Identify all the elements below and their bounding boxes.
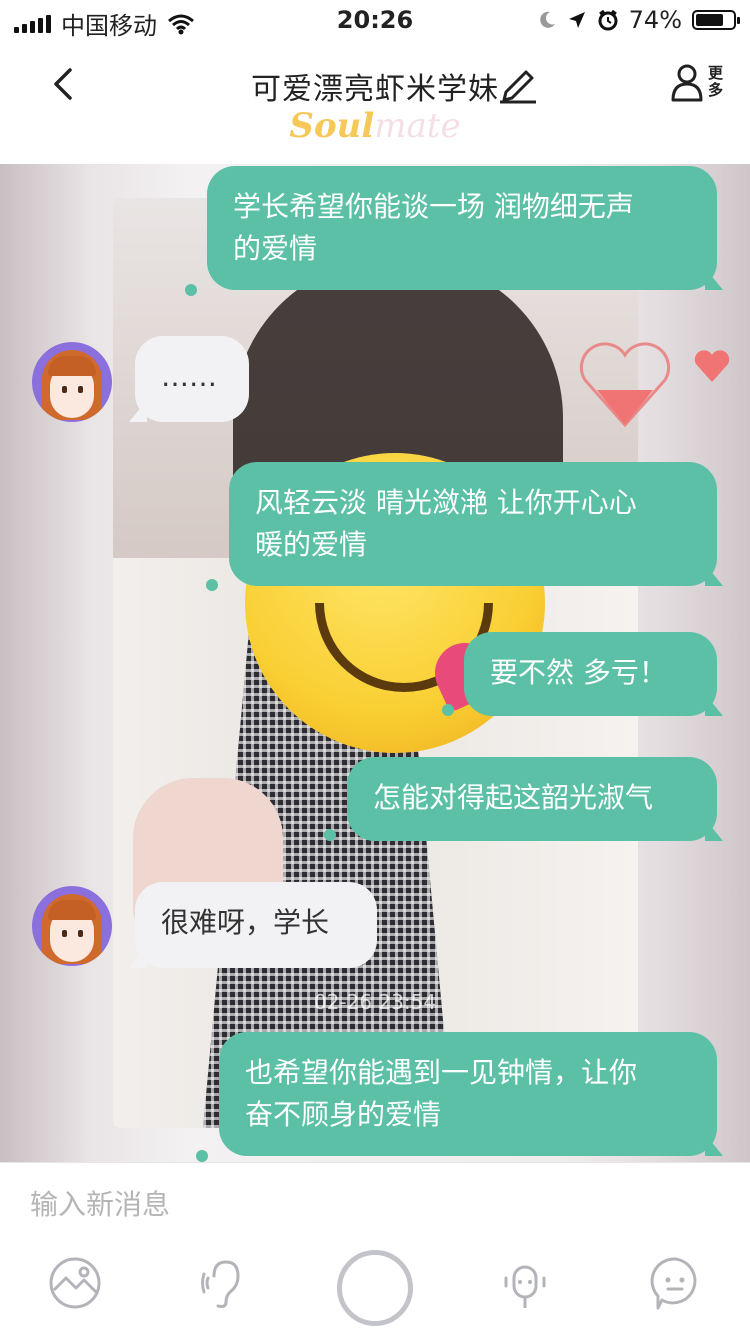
message-timestamp: 02-26 23:54 xyxy=(313,990,437,1014)
more-label-1: 更 xyxy=(708,64,724,82)
avatar[interactable] xyxy=(32,342,112,422)
heart-icon[interactable] xyxy=(692,350,732,384)
avatar[interactable] xyxy=(32,886,112,966)
emoji-icon[interactable] xyxy=(648,1256,702,1310)
message-bubble-outgoing[interactable]: 也希望你能遇到一见钟情，让你 奋不顾身的爱情 xyxy=(219,1032,717,1156)
read-indicator-dot xyxy=(442,704,454,716)
listen-icon[interactable] xyxy=(198,1256,252,1310)
read-indicator-dot xyxy=(185,284,197,296)
message-bubble-outgoing[interactable]: 学长希望你能谈一场 润物细无声 的爱情 xyxy=(207,166,717,290)
message-bubble-outgoing[interactable]: 怎能对得起这韶光淑气 xyxy=(347,757,717,841)
battery-icon xyxy=(692,10,740,30)
status-bar: 中国移动 20:26 74% xyxy=(0,0,750,40)
message-bubble-incoming[interactable]: …… xyxy=(135,336,249,422)
chat-header: 可爱漂亮虾米学妹 更 多 Soulmate xyxy=(0,40,750,164)
record-button[interactable] xyxy=(337,1250,413,1326)
message-input[interactable]: 输入新消息 xyxy=(0,1162,750,1237)
soulmate-logo: Soulmate xyxy=(289,106,461,146)
chat-area[interactable]: 学长希望你能谈一场 润物细无声 的爱情 …… 风轻云淡 晴光潋滟 让你开心心 暖… xyxy=(0,164,750,1162)
read-indicator-dot xyxy=(196,1150,208,1162)
alarm-icon xyxy=(598,9,618,31)
heart-outline-icon xyxy=(579,342,671,428)
chat-title: 可爱漂亮虾米学妹 xyxy=(251,72,499,107)
read-indicator-dot xyxy=(206,579,218,591)
moon-icon xyxy=(539,11,555,28)
read-indicator-dot xyxy=(324,829,336,841)
more-button[interactable]: 更 多 xyxy=(670,62,724,102)
input-placeholder: 输入新消息 xyxy=(30,1188,171,1221)
image-icon[interactable] xyxy=(48,1256,102,1310)
profile-icon xyxy=(671,64,703,102)
battery-percent: 74% xyxy=(628,6,682,34)
edit-pencil-icon[interactable] xyxy=(496,64,540,104)
microphone-icon[interactable] xyxy=(498,1256,552,1310)
message-bubble-outgoing[interactable]: 要不然 多亏！ xyxy=(464,632,717,716)
location-arrow-icon xyxy=(568,12,585,28)
message-bubble-incoming[interactable]: 很难呀，学长 xyxy=(135,882,377,968)
more-label-2: 多 xyxy=(708,81,724,99)
message-bubble-outgoing[interactable]: 风轻云淡 晴光潋滟 让你开心心 暖的爱情 xyxy=(229,462,717,586)
bottom-toolbar xyxy=(0,1236,750,1334)
